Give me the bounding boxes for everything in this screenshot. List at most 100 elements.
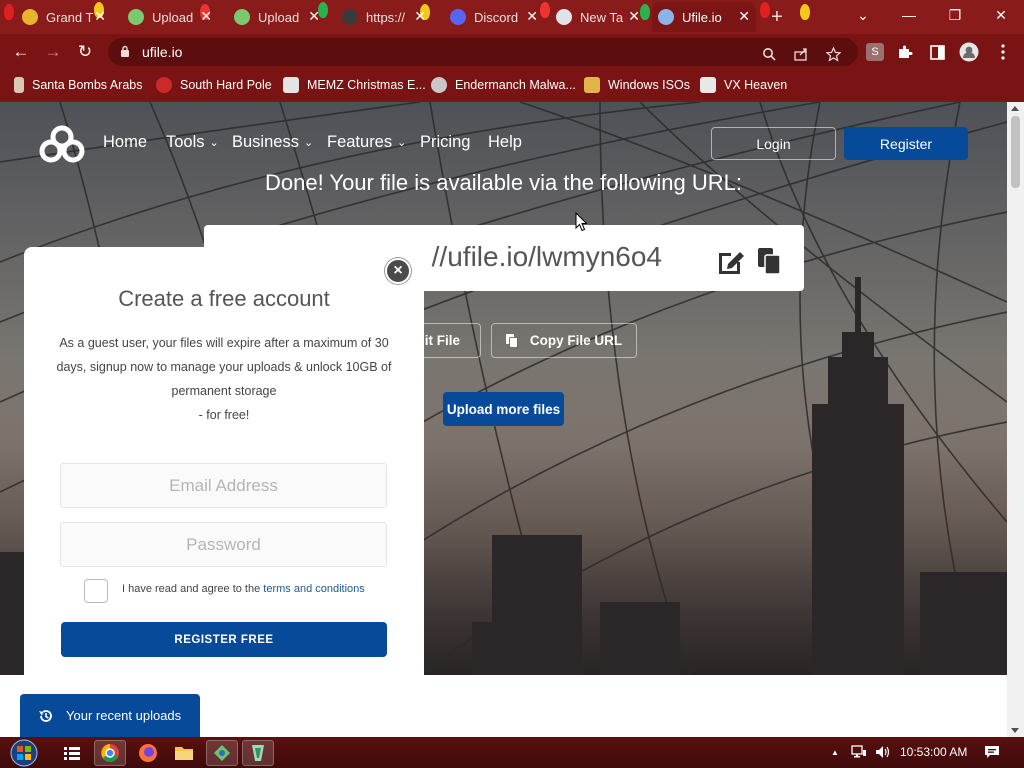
- kebab-menu-icon: [1001, 44, 1005, 60]
- chevron-down-icon: ⌄: [857, 6, 869, 23]
- scrollbar-thumb[interactable]: [1011, 116, 1020, 188]
- tab-ufile-active[interactable]: Ufile.io ✕: [652, 2, 756, 32]
- close-tab-icon[interactable]: ✕: [200, 8, 212, 25]
- modal-description: As a guest user, your files will expire …: [56, 331, 392, 427]
- search-icon[interactable]: [760, 46, 778, 62]
- edit-icon[interactable]: [716, 247, 746, 275]
- firefox-icon: [139, 744, 157, 762]
- bookmark-label: VX Heaven: [724, 78, 788, 92]
- extensions-button[interactable]: [892, 40, 918, 64]
- tab-favicon-icon: [22, 9, 38, 25]
- terms-agreement-label: I have read and agree to the terms and c…: [122, 583, 365, 595]
- tab-new-tab[interactable]: New Ta ✕: [550, 2, 646, 32]
- close-window-button[interactable]: ✕: [978, 0, 1024, 30]
- login-button[interactable]: Login: [711, 127, 836, 160]
- taskbar-app-1[interactable]: [206, 740, 238, 766]
- terms-checkbox[interactable]: [84, 579, 108, 603]
- tab-upload-2[interactable]: Upload ✕: [228, 2, 326, 32]
- taskbar-file-explorer[interactable]: [168, 740, 200, 766]
- bookmark-label: Santa Bombs Arabs: [32, 78, 143, 92]
- share-icon[interactable]: [792, 46, 810, 62]
- close-tab-icon[interactable]: ✕: [94, 8, 106, 25]
- network-tray[interactable]: [850, 744, 868, 760]
- bookmark-south-hard-pole[interactable]: South Hard Pole: [156, 76, 272, 94]
- modal-description-tail: - for free!: [198, 408, 250, 422]
- show-hidden-icons-button[interactable]: ▲: [826, 744, 844, 760]
- close-tab-icon[interactable]: ✕: [414, 8, 426, 25]
- tab-discord[interactable]: Discord ✕: [444, 2, 544, 32]
- side-panel-button[interactable]: [924, 40, 950, 64]
- christmas-light-decoration: [4, 4, 14, 20]
- taskbar-task-view[interactable]: [56, 740, 88, 766]
- recent-uploads-button[interactable]: Your recent uploads: [20, 694, 200, 737]
- notification-icon: [985, 746, 999, 758]
- close-modal-button[interactable]: ×: [385, 258, 411, 284]
- terms-link[interactable]: terms and conditions: [263, 583, 365, 595]
- nav-help[interactable]: Help: [488, 133, 522, 152]
- nav-home[interactable]: Home: [103, 133, 147, 152]
- agree-text: I have read and agree to the: [122, 583, 264, 595]
- copy-file-url-button[interactable]: Copy File URL: [491, 323, 637, 358]
- action-center-button[interactable]: [982, 744, 1002, 760]
- nav-pricing[interactable]: Pricing: [420, 133, 470, 152]
- taskbar-chrome[interactable]: [94, 740, 126, 766]
- reload-button[interactable]: ↻: [72, 40, 98, 64]
- volume-tray[interactable]: [874, 744, 892, 760]
- bookmark-favicon-icon: [156, 77, 172, 93]
- bookmark-favicon-icon: [584, 77, 600, 93]
- close-tab-icon[interactable]: ✕: [526, 8, 538, 25]
- address-bar[interactable]: ufile.io: [108, 38, 858, 66]
- tab-upload-1[interactable]: Upload ✕: [122, 2, 218, 32]
- password-field[interactable]: Password: [60, 522, 387, 567]
- modal-description-text: As a guest user, your files will expire …: [56, 336, 392, 398]
- page-scrollbar[interactable]: [1007, 102, 1024, 737]
- reload-icon: ↻: [77, 42, 93, 61]
- minimize-button[interactable]: —: [886, 0, 932, 30]
- nav-label: Features: [327, 133, 393, 151]
- upload-more-files-button[interactable]: Upload more files: [443, 392, 564, 426]
- tab-title: Upload: [258, 9, 300, 25]
- file-url-text[interactable]: //ufile.io/lwmyn6o4: [432, 241, 662, 273]
- bookmark-endermanch-malware[interactable]: Endermanch Malwa...: [431, 76, 576, 94]
- copy-icon[interactable]: [756, 246, 782, 276]
- bookmark-santa-bombs-arabs[interactable]: Santa Bombs Arabs: [14, 76, 142, 94]
- close-tab-icon[interactable]: ✕: [628, 8, 640, 25]
- close-tab-icon[interactable]: ✕: [308, 8, 320, 25]
- taskbar-app-2[interactable]: [242, 740, 274, 766]
- nav-tools[interactable]: Tools ⌄: [166, 133, 219, 152]
- menu-button[interactable]: [990, 40, 1016, 64]
- bookmark-memz-christmas[interactable]: MEMZ Christmas E...: [283, 76, 426, 94]
- back-button[interactable]: ←: [8, 40, 34, 64]
- bookmark-label: MEMZ Christmas E...: [307, 78, 426, 92]
- email-field[interactable]: Email Address: [60, 463, 387, 508]
- nav-label: Home: [103, 133, 148, 151]
- taskbar-firefox[interactable]: [132, 740, 164, 766]
- ufile-logo-icon[interactable]: [38, 125, 86, 163]
- star-icon[interactable]: [824, 46, 842, 62]
- tab-search-button[interactable]: ⌄: [840, 0, 886, 30]
- restore-button[interactable]: ❐: [932, 0, 978, 30]
- register-free-button[interactable]: REGISTER FREE: [61, 622, 387, 657]
- tab-grand[interactable]: Grand T ✕: [16, 2, 112, 32]
- mouse-cursor-icon: [575, 212, 587, 232]
- tab-https[interactable]: https:// ✕: [336, 2, 432, 32]
- nav-business[interactable]: Business ⌄: [232, 133, 313, 152]
- extension-s-button[interactable]: S: [862, 40, 888, 64]
- nav-features[interactable]: Features ⌄: [327, 133, 406, 152]
- bookmark-vx-heaven[interactable]: VX Heaven: [700, 76, 787, 94]
- upload-done-message: Done! Your file is available via the fol…: [0, 170, 1007, 196]
- history-icon: [39, 709, 52, 722]
- browser-toolbar: ← → ↻ ufile.io S: [0, 34, 1024, 70]
- forward-button[interactable]: →: [40, 40, 66, 64]
- bookmark-windows-isos[interactable]: Windows ISOs: [584, 76, 690, 94]
- scroll-down-icon[interactable]: [1011, 728, 1019, 733]
- scroll-up-icon[interactable]: [1011, 106, 1019, 111]
- close-tab-icon[interactable]: ✕: [738, 8, 750, 25]
- taskbar-clock[interactable]: 10:53:00 AM: [900, 745, 967, 759]
- register-button[interactable]: Register: [844, 127, 968, 160]
- bookmark-favicon-icon: [14, 77, 24, 93]
- windows-start-icon[interactable]: [8, 739, 40, 767]
- profile-button[interactable]: [956, 40, 982, 64]
- copy-icon: [505, 333, 518, 348]
- new-tab-button[interactable]: +: [764, 2, 790, 32]
